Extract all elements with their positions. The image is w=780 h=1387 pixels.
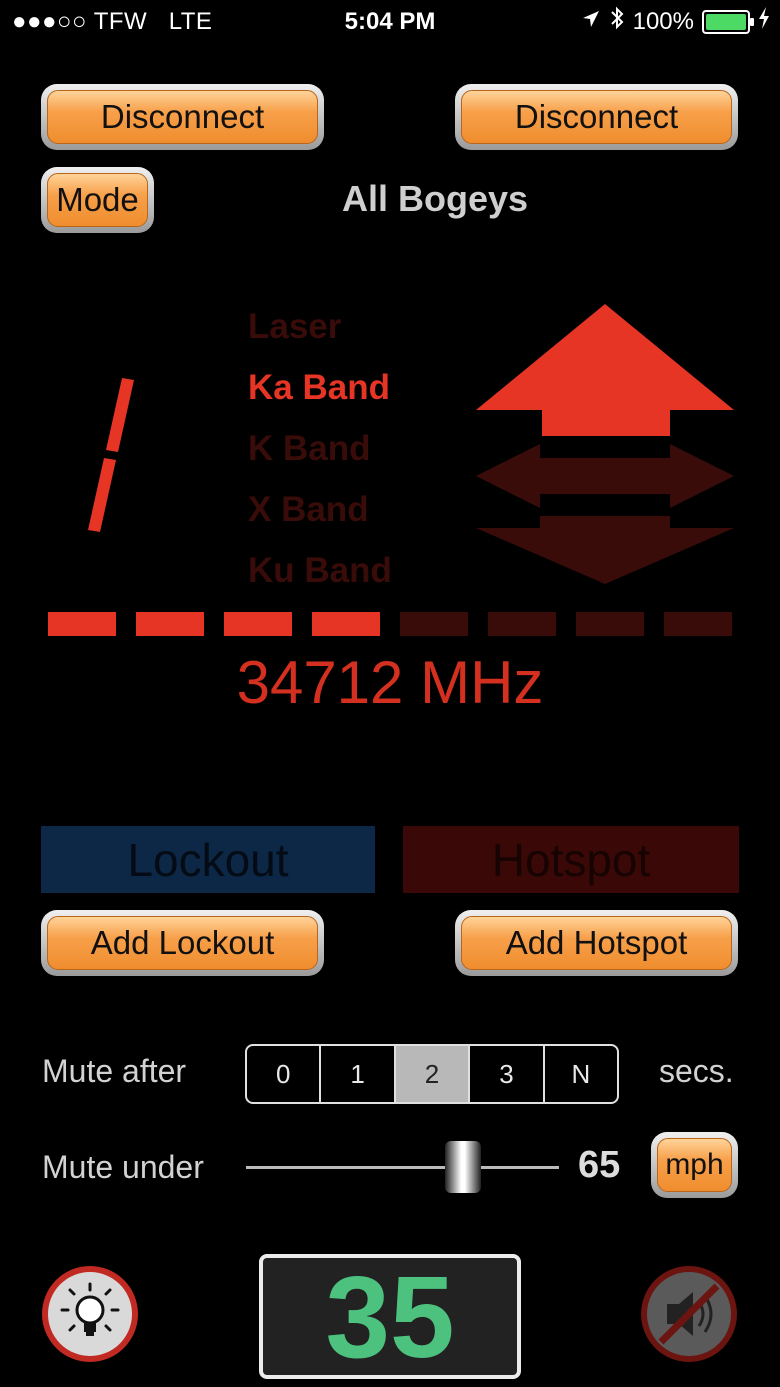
mute-after-option-2[interactable]: 2 [395, 1046, 471, 1102]
rear-arrow-icon [476, 516, 734, 584]
band-k: K Band [248, 429, 371, 468]
location-icon [581, 8, 601, 36]
signal-segment [400, 612, 468, 636]
mute-under-slider-track-left[interactable] [246, 1166, 446, 1169]
light-button[interactable] [42, 1266, 138, 1362]
mute-after-option-1[interactable]: 1 [321, 1046, 396, 1102]
band-laser: Laser [248, 307, 342, 346]
add-lockout-label: Add Lockout [47, 916, 318, 970]
frequency-readout: 34712 MHz [236, 649, 544, 716]
band-x: X Band [248, 490, 369, 529]
mute-after-option-0[interactable]: 0 [247, 1046, 322, 1102]
charging-icon [758, 7, 770, 36]
battery-percent: 100% [632, 7, 694, 35]
direction-arrows [476, 304, 734, 584]
band-list: Laser Ka Band K Band X Band Ku Band [248, 302, 392, 607]
signal-segment [664, 612, 732, 636]
front-arrow-icon [476, 304, 734, 436]
signal-segment [576, 612, 644, 636]
disconnect-right-button[interactable]: Disconnect [455, 84, 738, 150]
mute-under-slider-thumb[interactable] [445, 1141, 481, 1193]
signal-segment [224, 612, 292, 636]
hotspot-indicator: Hotspot [403, 826, 739, 893]
mode-title: All Bogeys [341, 178, 529, 219]
mute-button[interactable] [641, 1266, 737, 1362]
mute-after-label: Mute after [42, 1053, 187, 1089]
mode-label: Mode [47, 173, 148, 227]
signal-segment [136, 612, 204, 636]
signal-segment [312, 612, 380, 636]
light-bulb-icon [60, 1282, 120, 1336]
battery-icon [702, 9, 754, 34]
add-hotspot-label: Add Hotspot [461, 916, 732, 970]
signal-segment [488, 612, 556, 636]
bogey-count-display [88, 378, 134, 532]
mode-button[interactable]: Mode [41, 167, 154, 233]
band-ka: Ka Band [248, 368, 390, 407]
speaker-muted-icon [658, 1283, 720, 1345]
add-hotspot-button[interactable]: Add Hotspot [455, 910, 738, 976]
status-bar: ●●●○○ TFW LTE 5:04 PM 100% [0, 0, 780, 44]
signal-segment [48, 612, 116, 636]
mute-after-option-n[interactable]: N [545, 1046, 617, 1102]
add-lockout-button[interactable]: Add Lockout [41, 910, 324, 976]
mute-after-suffix: secs. [659, 1053, 734, 1089]
lockout-indicator: Lockout [41, 826, 375, 893]
mute-under-label: Mute under [42, 1149, 204, 1185]
units-button[interactable]: mph [651, 1132, 738, 1198]
status-right: 100% [581, 6, 770, 37]
mute-after-option-3[interactable]: 3 [470, 1046, 545, 1102]
disconnect-left-button[interactable]: Disconnect [41, 84, 324, 150]
current-speed-display: 35 [259, 1252, 521, 1382]
mute-under-slider-track-right[interactable] [481, 1166, 559, 1169]
disconnect-left-label: Disconnect [47, 90, 318, 144]
units-label: mph [657, 1138, 732, 1192]
band-ku: Ku Band [248, 551, 392, 590]
disconnect-right-label: Disconnect [461, 90, 732, 144]
mute-after-segmented-control[interactable]: 0 1 2 3 N [245, 1044, 619, 1104]
side-arrow-icon [476, 444, 734, 508]
mute-under-value: 65 [578, 1144, 621, 1186]
bluetooth-icon [609, 6, 625, 37]
